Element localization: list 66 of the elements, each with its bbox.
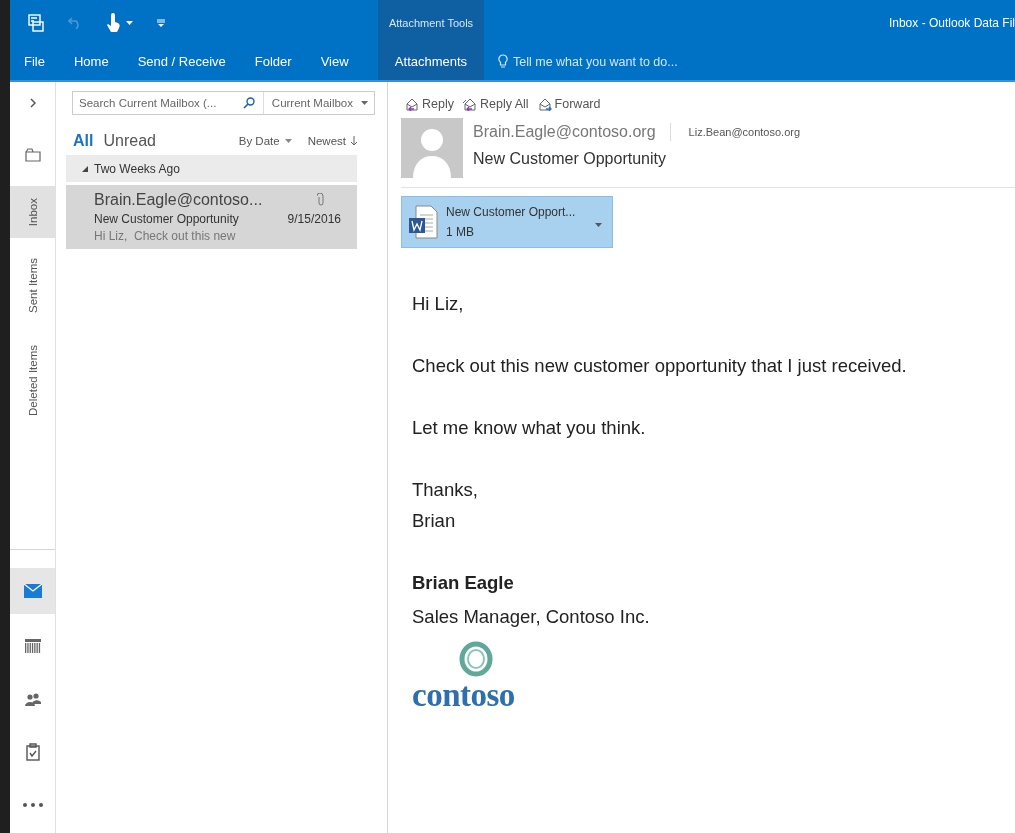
caret-icon[interactable] bbox=[361, 101, 368, 105]
caret-icon[interactable] bbox=[284, 139, 292, 143]
customize-menu-icon[interactable] bbox=[157, 18, 165, 27]
recipient-address[interactable]: Liz.Bean@contoso.org bbox=[688, 126, 801, 138]
people-icon bbox=[24, 692, 41, 706]
sort-order-button[interactable]: Newest bbox=[307, 135, 357, 147]
chevron-icon[interactable] bbox=[29, 98, 36, 108]
lightbulb-icon bbox=[498, 54, 508, 69]
forward-icon bbox=[536, 97, 553, 111]
more-icon bbox=[22, 803, 43, 807]
mail-folder-item[interactable]: Sent Items bbox=[10, 246, 55, 326]
body-text: Thanks, bbox=[412, 478, 479, 502]
ribbon-tab[interactable]: Send / Receive bbox=[137, 54, 226, 69]
search-icon[interactable] bbox=[242, 97, 255, 109]
body-text: Brian bbox=[412, 509, 457, 533]
down-arrow-icon bbox=[351, 136, 357, 146]
group-header[interactable]: Two Weeks Ago bbox=[66, 155, 357, 182]
word-document-icon bbox=[408, 205, 438, 239]
subject: New Customer Opportunity bbox=[94, 212, 239, 226]
message-subject: New Customer Opportunity bbox=[473, 150, 667, 168]
tasks-icon bbox=[25, 743, 40, 761]
mail-folder-item[interactable]: Deleted Items bbox=[10, 333, 55, 429]
ribbon-tab[interactable]: File bbox=[24, 54, 45, 69]
message-item[interactable]: Brain.Eagle@contoso... New Customer Opportunity 9/15/2016 Hi Liz, Check out this new bbox=[66, 185, 357, 249]
body-text: Check out this new customer opportunity that I just received. bbox=[412, 354, 908, 378]
sender-address[interactable]: Brain.Eagle@contoso.org bbox=[473, 123, 671, 141]
body-text: Let me know what you think. bbox=[412, 416, 647, 440]
group-label: Two Weeks Ago bbox=[94, 161, 180, 176]
filter-tab[interactable]: Unread bbox=[103, 132, 156, 150]
preview: Hi Liz, Check out this new bbox=[94, 229, 237, 243]
ring-logo-icon bbox=[458, 640, 494, 678]
signature-title: Sales Manager, Contoso Inc. bbox=[412, 605, 651, 629]
reply-icon bbox=[404, 97, 420, 111]
hand-icon[interactable] bbox=[106, 12, 120, 33]
search-field[interactable]: Search Current Mailbox (... bbox=[73, 92, 264, 114]
logo-text: contoso bbox=[412, 678, 515, 712]
reply-button[interactable]: Reply bbox=[404, 95, 454, 113]
sort-by-dropdown[interactable]: By Date bbox=[238, 135, 292, 147]
reply-all-button[interactable]: Reply All bbox=[461, 95, 529, 113]
contextual-group-label: Attachment Tools bbox=[388, 16, 474, 29]
signature-name: Brian Eagle bbox=[412, 571, 515, 595]
caret-icon[interactable] bbox=[126, 20, 133, 25]
attachment-size: 1 MB bbox=[446, 224, 475, 241]
mail-module-button[interactable] bbox=[10, 568, 55, 614]
tell-me-field[interactable]: Tell me what you want to do... bbox=[484, 54, 678, 69]
calendar-icon bbox=[24, 639, 41, 653]
scope-dropdown[interactable]: Current Mailbox bbox=[263, 97, 374, 109]
attachment-chip[interactable]: New Customer Opport... 1 MB bbox=[401, 196, 613, 248]
forward-button[interactable]: Forward bbox=[536, 95, 601, 113]
triangle-icon[interactable] bbox=[82, 165, 88, 172]
window-title: Inbox - Outlook Data Fil bbox=[888, 15, 1015, 30]
attachment-name: New Customer Opport... bbox=[446, 204, 576, 221]
ribbon-tab[interactable]: Attachments bbox=[394, 54, 468, 69]
mail-icon bbox=[23, 584, 42, 598]
ribbon-tab[interactable]: Home bbox=[73, 54, 109, 69]
ribbon-tab[interactable]: Folder bbox=[254, 54, 292, 69]
body-text: Hi Liz, bbox=[412, 292, 465, 316]
folder-icon[interactable] bbox=[24, 148, 41, 162]
ribbon-tab[interactable]: View bbox=[320, 54, 349, 69]
caret-icon[interactable] bbox=[595, 223, 602, 227]
filter-tab[interactable]: All bbox=[73, 132, 94, 150]
reply-all-icon bbox=[461, 97, 478, 111]
app-icon[interactable] bbox=[28, 13, 44, 32]
mail-folder-item[interactable]: Inbox bbox=[10, 186, 55, 239]
date: 9/15/2016 bbox=[287, 212, 341, 226]
sender: Brain.Eagle@contoso... bbox=[94, 191, 263, 209]
